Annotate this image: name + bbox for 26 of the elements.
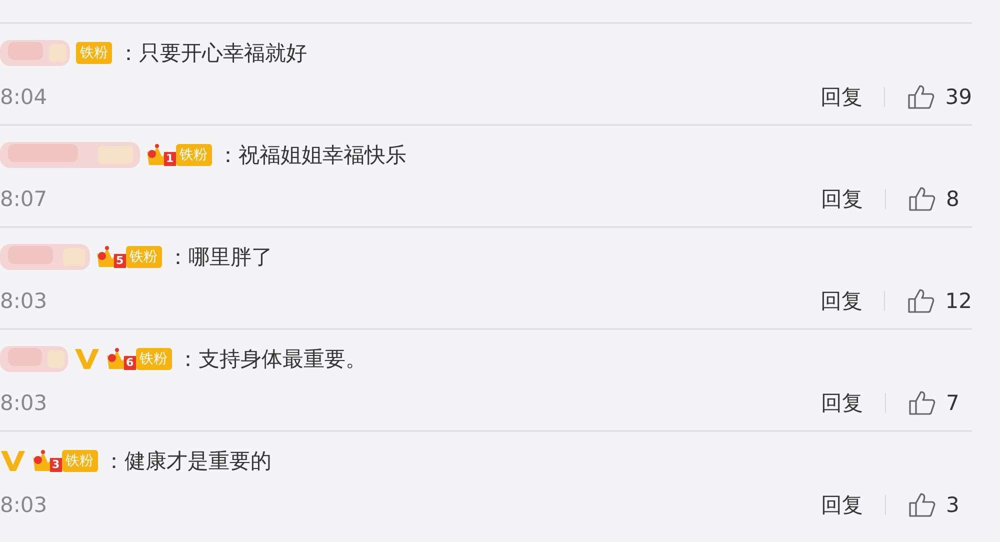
- comment-time: 8:03: [0, 289, 48, 313]
- comment-time: 8:04: [0, 85, 48, 109]
- reply-link[interactable]: 回复: [821, 185, 863, 213]
- fan-badge: 铁粉: [76, 41, 112, 65]
- comment-time: 8:03: [0, 391, 48, 415]
- comment-text: ：哪里胖了: [168, 244, 273, 271]
- reply-link[interactable]: 回复: [820, 287, 862, 315]
- reply-link[interactable]: 回复: [821, 491, 863, 519]
- like-icon[interactable]: [908, 492, 936, 518]
- comment-text: ：健康才是重要的: [104, 448, 272, 475]
- like-count: 8: [946, 187, 960, 211]
- comment-time: 8:03: [0, 493, 48, 517]
- like-count: 39: [945, 85, 972, 109]
- comment-text: ：只要开心幸福就好: [118, 40, 307, 67]
- like-count: 3: [946, 493, 960, 517]
- comment-text: ：支持身体最重要。: [178, 346, 367, 373]
- reply-link[interactable]: 回复: [821, 389, 863, 417]
- reply-link[interactable]: 回复: [820, 83, 862, 111]
- like-icon[interactable]: [907, 84, 936, 110]
- like-count: 7: [946, 391, 960, 415]
- comment-time: 8:07: [0, 187, 48, 211]
- comment-text: ：祝福姐姐幸福快乐: [218, 142, 407, 169]
- like-count: 12: [945, 289, 972, 313]
- like-icon[interactable]: [908, 186, 936, 212]
- like-icon[interactable]: [907, 288, 936, 314]
- like-icon[interactable]: [908, 390, 936, 416]
